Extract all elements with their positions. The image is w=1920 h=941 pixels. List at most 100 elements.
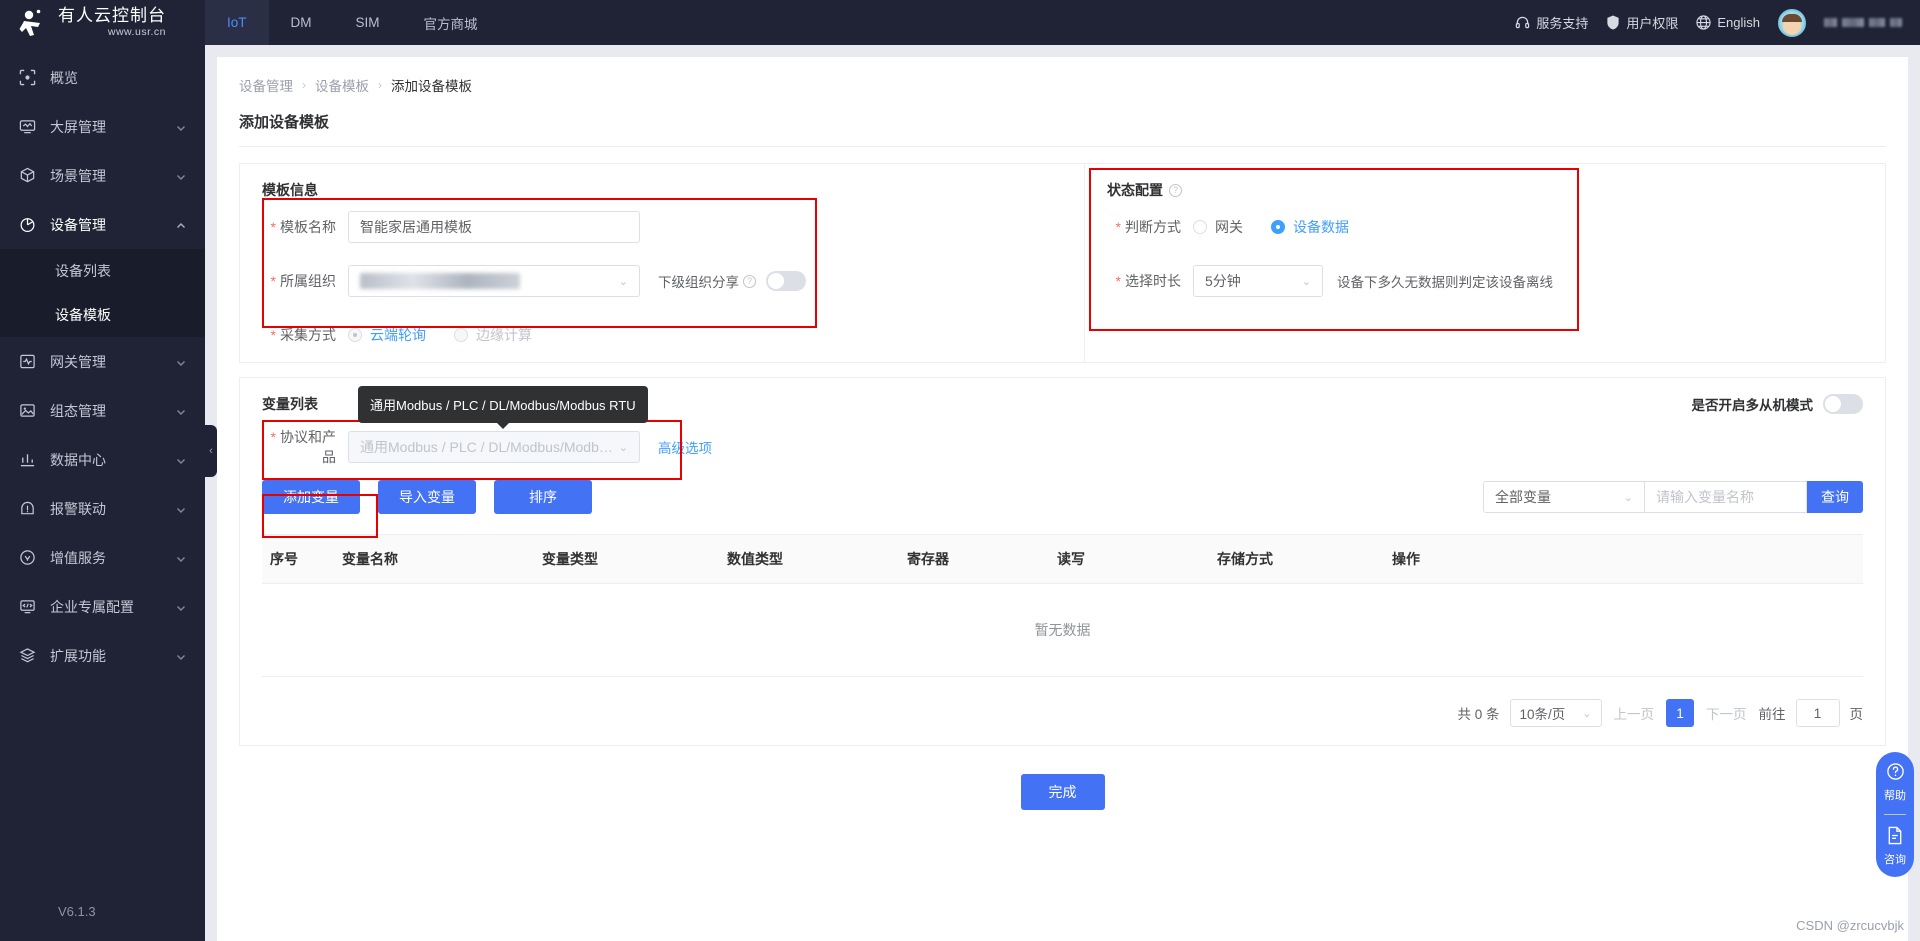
sidebar-item-screen[interactable]: 大屏管理: [0, 102, 205, 151]
sidebar-item-gateway[interactable]: 网关管理: [0, 337, 205, 386]
variable-list-title: 变量列表: [262, 396, 318, 412]
top-tab-shop[interactable]: 官方商城: [402, 0, 500, 45]
breadcrumb-separator: ›: [378, 78, 382, 92]
advanced-options-link[interactable]: 高级选项: [658, 437, 712, 457]
language-switch-button[interactable]: English: [1696, 15, 1760, 30]
value-icon: [18, 549, 36, 567]
sidebar-item-device-list[interactable]: 设备列表: [0, 249, 205, 293]
top-tab-sim[interactable]: SIM: [334, 0, 402, 45]
bar-chart-icon: [18, 451, 36, 469]
template-name-label: 模板名称: [262, 217, 348, 237]
judge-method-radios: 网关 设备数据: [1193, 217, 1349, 237]
top-tab-iot[interactable]: IoT: [205, 0, 269, 45]
sidebar-item-label: 扩展功能: [50, 647, 106, 664]
layers-icon: [18, 647, 36, 665]
globe-icon: [1696, 15, 1711, 30]
sidebar-item-device-management[interactable]: 设备管理: [0, 200, 205, 249]
consult-label: 咨询: [1884, 854, 1906, 866]
floating-help-panel[interactable]: 帮助 咨询: [1876, 752, 1914, 877]
body: 概览 大屏管理 场景管理 设备管理 设备列表 设备模板 网关管理 组态管理 数据…: [0, 45, 1920, 941]
user-permission-button[interactable]: 用户权限: [1606, 13, 1678, 32]
column-register: 寄存器: [907, 534, 1057, 584]
sidebar-item-alarm[interactable]: 报警联动: [0, 484, 205, 533]
sidebar-item-scene[interactable]: 场景管理: [0, 151, 205, 200]
page-number-1[interactable]: 1: [1666, 699, 1694, 727]
radio-label: 边缘计算: [476, 327, 532, 343]
radio-gateway[interactable]: 网关: [1193, 217, 1243, 237]
radio-cloud-polling[interactable]: 云端轮询: [348, 325, 426, 345]
multi-slave-wrap: 是否开启多从机模式: [1692, 394, 1863, 414]
variable-table-body: 暂无数据: [262, 583, 1863, 677]
breadcrumb-separator: ›: [302, 78, 306, 92]
help-icon[interactable]: ?: [743, 274, 756, 288]
radio-label: 云端轮询: [370, 327, 426, 343]
org-label: 所属组织: [262, 271, 348, 291]
sidebar-item-label: 数据中心: [50, 451, 106, 468]
template-name-input[interactable]: [348, 211, 640, 243]
chevron-down-icon: [175, 454, 187, 466]
consult-button[interactable]: 咨询: [1884, 826, 1906, 867]
duration-select[interactable]: 5分钟 ⌄: [1193, 265, 1323, 297]
content: 模板信息 模板名称 所属组织 ⌄: [217, 147, 1908, 810]
user-permission-label: 用户权限: [1626, 16, 1679, 31]
sidebar-collapse-handle[interactable]: ‹: [205, 425, 217, 477]
code-icon: [18, 598, 36, 616]
radio-edge-computing[interactable]: 边缘计算: [454, 325, 532, 345]
status-config-panel: 状态配置 ? 判断方式 网关: [1085, 164, 1885, 362]
sidebar-item-label: 设备管理: [50, 216, 106, 233]
sidebar-item-device-template[interactable]: 设备模板: [0, 293, 205, 337]
import-variable-button[interactable]: 导入变量: [378, 480, 476, 514]
protocol-select[interactable]: 通用Modbus / PLC / DL/Modbus/Modbus R1 ⌄: [348, 431, 640, 463]
service-support-button[interactable]: 服务支持: [1515, 13, 1588, 32]
variable-filter-value: 全部变量: [1495, 489, 1551, 505]
finish-wrap: 完成: [239, 774, 1886, 810]
top-tab-dm[interactable]: DM: [269, 0, 334, 45]
chevron-down-icon: [175, 356, 187, 368]
avatar[interactable]: [1778, 8, 1806, 37]
brand[interactable]: 有人云控制台 www.usr.cn: [0, 0, 205, 45]
org-select[interactable]: ⌄: [348, 265, 640, 297]
sidebar-item-enterprise-config[interactable]: 企业专属配置: [0, 582, 205, 631]
page-size-select[interactable]: 10条/页 ⌄: [1509, 699, 1602, 727]
breadcrumb-item-device-management[interactable]: 设备管理: [239, 75, 293, 95]
sidebar-item-label: 大屏管理: [50, 118, 106, 135]
sidebar-item-configuration[interactable]: 组态管理: [0, 386, 205, 435]
help-icon[interactable]: ?: [1169, 183, 1182, 197]
column-storage: 存储方式: [1217, 534, 1392, 584]
sidebar-item-overview[interactable]: 概览: [0, 53, 205, 102]
share-toggle[interactable]: [766, 271, 806, 291]
radio-device-data[interactable]: 设备数据: [1271, 217, 1349, 237]
multi-slave-toggle[interactable]: [1823, 394, 1863, 414]
variable-filter-select[interactable]: 全部变量 ⌄: [1483, 481, 1645, 513]
prev-page-button[interactable]: 上一页: [1612, 703, 1657, 723]
duration-hint: 设备下多久无数据则判定该设备离线: [1337, 275, 1553, 290]
add-variable-button[interactable]: 添加变量: [262, 480, 360, 514]
sidebar-item-value-added[interactable]: 增值服务: [0, 533, 205, 582]
sidebar-item-data-center[interactable]: 数据中心: [0, 435, 205, 484]
column-action: 操作: [1392, 534, 1863, 584]
empty-row: 暂无数据: [262, 583, 1863, 677]
radio-label: 设备数据: [1293, 219, 1349, 235]
sidebar-item-label: 概览: [50, 69, 78, 86]
sidebar-item-extensions[interactable]: 扩展功能: [0, 631, 205, 680]
sidebar-item-label: 组态管理: [50, 402, 106, 419]
sort-button[interactable]: 排序: [494, 480, 592, 514]
column-variable-type: 变量类型: [542, 534, 727, 584]
radio-label: 网关: [1215, 219, 1243, 235]
brand-text: 有人云控制台 www.usr.cn: [58, 7, 166, 38]
brand-title: 有人云控制台: [58, 6, 166, 26]
page-unit-label: 页: [1849, 707, 1864, 722]
variable-search-input[interactable]: [1645, 481, 1807, 513]
finish-button[interactable]: 完成: [1020, 774, 1105, 810]
status-config-title: 状态配置 ?: [1085, 180, 1885, 200]
query-button[interactable]: 查询: [1807, 481, 1863, 513]
chevron-down-icon: [175, 552, 187, 564]
watermark: CSDN @zrcucvbjk: [1796, 918, 1904, 933]
goto-page-input[interactable]: [1795, 699, 1840, 727]
top-header: 有人云控制台 www.usr.cn IoT DM SIM 官方商城 服务支持 用…: [0, 0, 1920, 45]
help-button[interactable]: 帮助: [1884, 762, 1906, 803]
next-page-button[interactable]: 下一页: [1704, 703, 1749, 723]
chevron-down-icon: ⌄: [1623, 491, 1633, 504]
service-support-label: 服务支持: [1536, 16, 1589, 31]
breadcrumb-item-device-template[interactable]: 设备模板: [315, 75, 369, 95]
